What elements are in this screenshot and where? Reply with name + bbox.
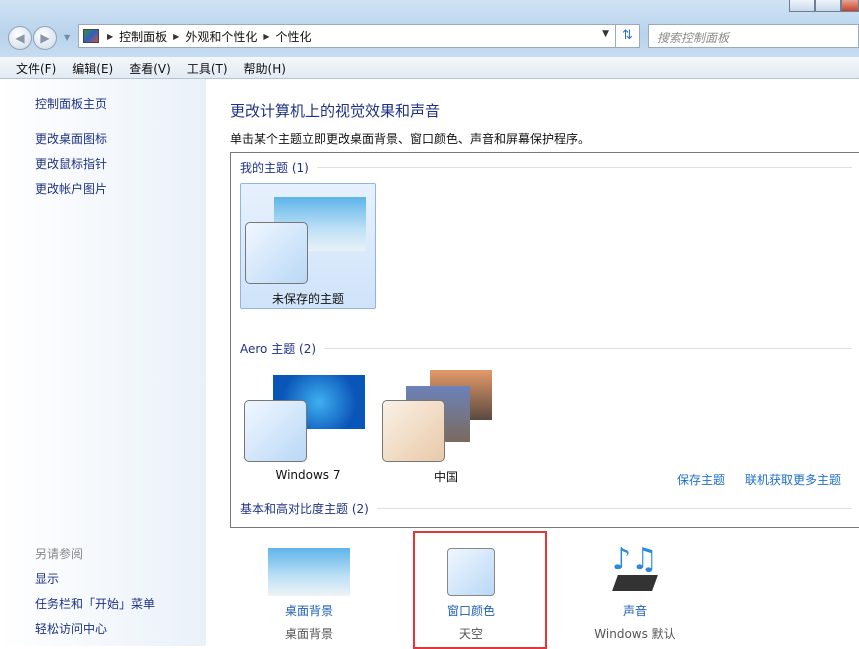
theme-label: 未保存的主题: [271, 292, 344, 306]
change-desktop-icons-link[interactable]: 更改桌面图标: [35, 130, 107, 147]
page-description: 单击某个主题立即更改桌面背景、窗口颜色、声音和屏幕保护程序。: [230, 132, 591, 146]
breadcrumb-control-panel[interactable]: 控制面板: [119, 28, 167, 45]
chevron-right-icon[interactable]: ▶: [173, 32, 179, 41]
chevron-down-icon[interactable]: ▼: [602, 29, 609, 39]
theme-windows7[interactable]: Windows 7: [240, 362, 376, 488]
sounds-value: Windows 默认: [594, 627, 676, 641]
breadcrumb-appearance[interactable]: 外观和个性化: [185, 28, 257, 45]
theme-label: 中国: [433, 470, 458, 484]
keyboard-icon: [612, 575, 658, 591]
desktop-background-button[interactable]: [249, 545, 369, 596]
change-account-picture-link[interactable]: 更改帐户图片: [35, 180, 107, 197]
close-button[interactable]: [841, 0, 859, 12]
search-input[interactable]: 搜索控制面板: [648, 24, 859, 48]
window-color-preview: [244, 400, 307, 462]
window-color-preview: [245, 222, 308, 284]
menu-help[interactable]: 帮助(H): [236, 57, 294, 78]
save-theme-link[interactable]: 保存主题: [677, 471, 725, 488]
menu-file[interactable]: 文件(F): [8, 57, 64, 78]
control-panel-home-link[interactable]: 控制面板主页: [35, 95, 107, 112]
recent-pages-dropdown[interactable]: ▼: [64, 33, 70, 42]
menu-view[interactable]: 查看(V): [121, 57, 179, 78]
highlight-box: [413, 531, 547, 649]
change-mouse-pointers-link[interactable]: 更改鼠标指针: [35, 155, 107, 172]
maximize-button[interactable]: [815, 0, 841, 12]
refresh-icon[interactable]: ⇅: [615, 25, 639, 47]
see-also-heading: 另请参阅: [35, 547, 84, 561]
back-button[interactable]: ◀: [8, 26, 32, 50]
minimize-button[interactable]: [789, 0, 815, 12]
group-aero-themes: Aero 主题 (2): [240, 340, 852, 357]
sounds-title[interactable]: 声音: [575, 602, 695, 619]
group-basic-themes: 基本和高对比度主题 (2): [240, 500, 852, 517]
chevron-right-icon[interactable]: ▶: [107, 32, 113, 41]
control-panel-icon: [83, 29, 99, 43]
desktop-background-value: 桌面背景: [284, 627, 333, 641]
breadcrumb-personalization[interactable]: 个性化: [276, 28, 312, 45]
taskbar-start-menu-link[interactable]: 任务栏和「开始」菜单: [35, 595, 155, 612]
theme-china[interactable]: 中国: [378, 362, 514, 488]
desktop-background-title[interactable]: 桌面背景: [249, 602, 369, 619]
group-my-themes: 我的主题 (1): [240, 159, 852, 176]
music-notes-icon: ♪♫: [611, 542, 659, 577]
window-color-preview: [382, 400, 445, 462]
get-more-themes-link[interactable]: 联机获取更多主题: [745, 471, 841, 488]
page-title: 更改计算机上的视觉效果和声音: [230, 102, 441, 120]
menu-edit[interactable]: 编辑(E): [64, 57, 121, 78]
menu-bar: 文件(F) 编辑(E) 查看(V) 工具(T) 帮助(H): [0, 57, 859, 79]
address-bar[interactable]: ▶ 控制面板 ▶ 外观和个性化 ▶ 个性化 ▼ ⇅: [78, 24, 640, 48]
menu-tools[interactable]: 工具(T): [179, 57, 236, 78]
title-bar: ◀ ▶ ▼ ▶ 控制面板 ▶ 外观和个性化 ▶ 个性化 ▼ ⇅ 搜索控制面板: [0, 0, 859, 57]
theme-label: Windows 7: [275, 468, 341, 482]
chevron-right-icon[interactable]: ▶: [263, 32, 269, 41]
theme-list: 我的主题 (1) 未保存的主题 保存主题 联机获取更多主题 Aero 主题 (2…: [230, 152, 859, 528]
forward-button[interactable]: ▶: [33, 26, 57, 50]
theme-unsaved[interactable]: 未保存的主题: [240, 183, 376, 309]
desktop-background-icon: [268, 548, 350, 596]
sidebar: 控制面板主页 更改桌面图标 更改鼠标指针 更改帐户图片 另请参阅 显示 任务栏和…: [0, 79, 206, 646]
sounds-button[interactable]: ♪♫: [575, 545, 695, 591]
display-link[interactable]: 显示: [35, 570, 59, 587]
ease-of-access-link[interactable]: 轻松访问中心: [35, 620, 107, 637]
